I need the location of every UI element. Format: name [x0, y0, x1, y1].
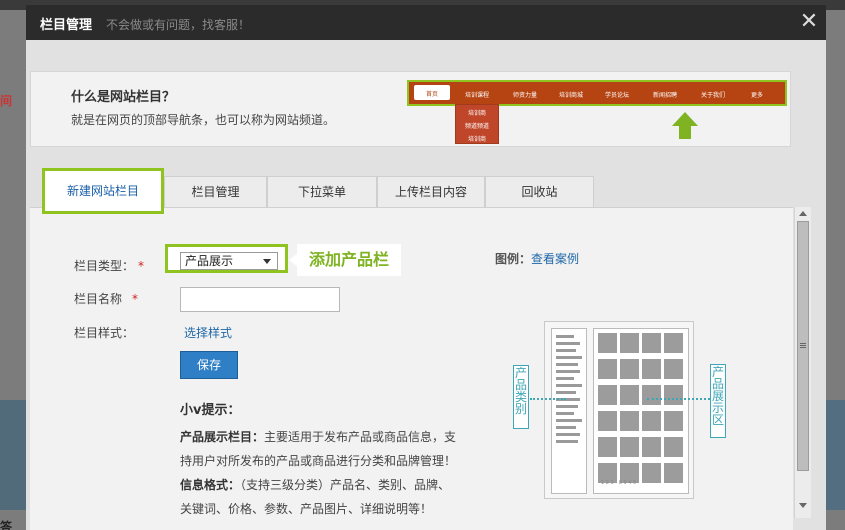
nav-demo-item: 学员论坛 — [605, 92, 630, 99]
nav-demo-home: 首页 — [414, 85, 450, 100]
background-text-top: 间 — [0, 94, 13, 108]
scroll-up-icon[interactable] — [799, 211, 807, 216]
tab-column-management[interactable]: 栏目管理 — [164, 176, 267, 207]
background-left-strip: 间 答 — [0, 10, 26, 530]
view-example-link[interactable]: 查看案例 — [531, 252, 579, 266]
background-image-left — [0, 400, 26, 510]
background-right-strip — [826, 10, 845, 530]
nav-demo-subitem: 频道频道 — [464, 123, 489, 130]
tips-title: 小v提示： — [180, 403, 241, 418]
nav-demo-item: 师资力量 — [513, 92, 538, 99]
arrow-up-icon — [672, 112, 698, 126]
column-type-select[interactable]: 产品展示 — [180, 252, 278, 270]
save-button[interactable]: 保存 — [180, 351, 238, 379]
tab-dropdown-menu[interactable]: 下拉菜单 — [267, 176, 377, 207]
pointer-line — [647, 398, 710, 400]
example-category-list — [551, 328, 587, 494]
example-product-grid — [593, 328, 689, 494]
product-area-label: 产品展示区 — [710, 364, 726, 438]
nav-demo-item: 培训课程 — [465, 92, 490, 99]
tab-upload-content[interactable]: 上传栏目内容 — [377, 176, 485, 207]
required-mark: * — [132, 292, 139, 306]
category-label: 产品类别 — [513, 365, 529, 429]
chevron-down-icon — [263, 259, 271, 264]
nav-demo-subitem: 培训商 — [467, 110, 486, 117]
nav-demo-item: 关于我们 — [701, 92, 726, 99]
nav-demo-item: 更多 — [751, 92, 764, 99]
tab-new-column[interactable]: 新建网站栏目 — [42, 168, 164, 214]
pointer-line — [530, 398, 566, 400]
intro-box: 什么是网站栏目？ 就是在网页的顶部导航条，也可以称为网站频道。 首页 培训课程 … — [30, 71, 791, 147]
nav-demo-image: 首页 培训课程 师资力量 培训商城 学员论坛 新闻招聘 关于我们 更多 — [407, 80, 787, 106]
arrow-up-icon-stem — [679, 126, 691, 139]
nav-demo-dropdown: 培训商 频道频道 培训商 — [455, 104, 499, 144]
select-style-link[interactable]: 选择样式 — [184, 324, 232, 341]
column-manager-dialog: 栏目管理 不会做或有问题，找客服！ ✕ 什么是网站栏目？ 就是在网页的顶部导航条… — [26, 5, 826, 530]
dialog-titlebar: 栏目管理 不会做或有问题，找客服！ ✕ — [26, 5, 826, 40]
scrollbar-thumb[interactable] — [797, 221, 809, 471]
dialog-title: 栏目管理 — [40, 18, 93, 33]
nav-demo-item: 新闻招聘 — [653, 92, 678, 99]
legend: 图例：查看案例 — [495, 252, 580, 266]
tips-line: 信息格式：（支持三级分类）产品名、类别、品牌、 — [180, 478, 451, 492]
tab-recycle-bin[interactable]: 回收站 — [485, 176, 594, 207]
callout-pointer — [289, 254, 297, 266]
example-illustration: 1 2 3 - 8 9 4 5 — [544, 321, 694, 499]
dialog-content: 什么是网站栏目？ 就是在网页的顶部导航条，也可以称为网站频道。 首页 培训课程 … — [26, 40, 826, 530]
scroll-down-icon[interactable] — [799, 503, 807, 508]
nav-demo-subitem: 培训商 — [467, 136, 486, 143]
column-name-label: 栏目名称 * — [74, 292, 139, 306]
background-image-right — [826, 400, 845, 510]
nav-demo-item: 培训商城 — [559, 92, 584, 99]
scrollbar[interactable] — [794, 207, 811, 518]
column-name-input[interactable] — [180, 287, 340, 312]
example-pagination: 1 2 3 - 8 9 4 5 — [601, 480, 637, 486]
tips-line: 产品展示栏目：主要适用于发布产品或商品信息，支 — [180, 430, 457, 444]
tips-line: 持用户对所发布的产品或商品进行分类和品牌管理！ — [180, 454, 457, 468]
background-text-bottom: 答 — [0, 520, 13, 530]
column-style-label: 栏目样式： — [74, 326, 135, 340]
required-mark: * — [138, 259, 145, 273]
intro-description: 就是在网页的顶部导航条，也可以称为网站频道。 — [71, 113, 336, 127]
column-type-label: 栏目类型： * — [74, 259, 145, 273]
intro-title: 什么是网站栏目？ — [71, 90, 176, 105]
dialog-subtitle: 不会做或有问题，找客服！ — [106, 18, 251, 32]
add-product-callout: 添加产品栏 — [297, 244, 401, 276]
close-icon[interactable]: ✕ — [798, 10, 820, 34]
tips-line: 关键词、价格、参数、产品图片、详细说明等！ — [180, 502, 433, 516]
column-type-highlight: 产品展示 — [165, 244, 288, 273]
